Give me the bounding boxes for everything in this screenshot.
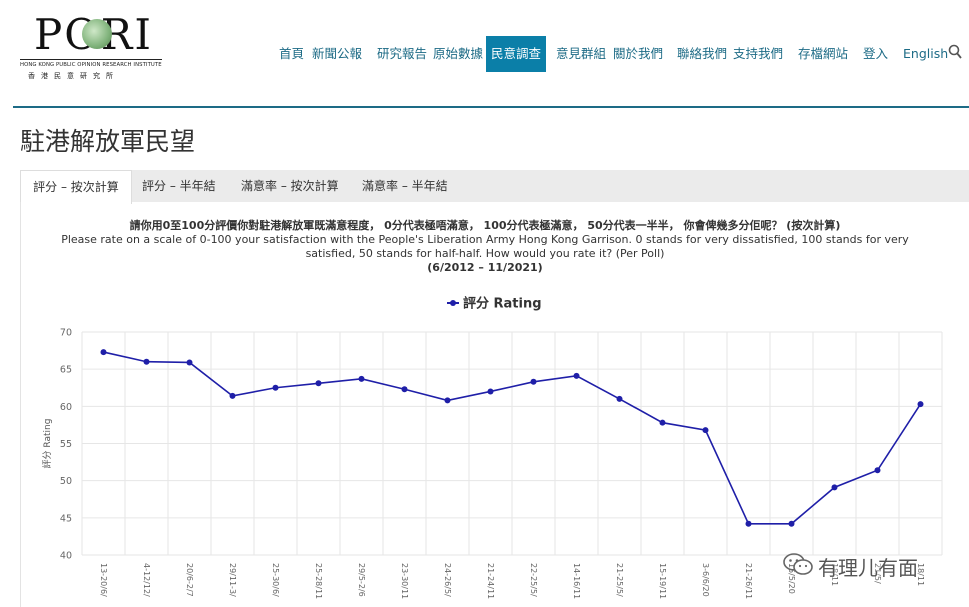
data-point (573, 372, 580, 379)
data-point (788, 520, 795, 527)
x-tick-label: 25-30/6/ (271, 563, 280, 597)
x-tick-label: 29/5-2/6 (357, 563, 366, 597)
data-point (659, 419, 666, 426)
data-point (143, 358, 150, 365)
x-tick-label: 23-30/11 (400, 563, 409, 599)
data-point (272, 384, 279, 391)
data-point (186, 359, 193, 366)
data-point (229, 392, 236, 399)
data-point (100, 349, 107, 356)
data-point (315, 380, 322, 387)
x-tick-label: 25-28/11 (314, 563, 323, 599)
x-tick-label: 14-16/11 (572, 563, 581, 599)
watermark-text: 有理儿有面 (818, 556, 918, 580)
y-tick-label: 70 (60, 328, 72, 339)
x-tick-label: 21-25/5/ (615, 563, 624, 597)
y-tick-label: 65 (60, 365, 72, 376)
y-tick-label: 60 (60, 402, 72, 413)
x-tick-label: 3-6/6/20 (701, 563, 710, 597)
data-point (487, 388, 494, 395)
wechat-icon (783, 553, 813, 575)
data-point (745, 520, 752, 527)
data-point (702, 427, 709, 434)
data-point (616, 395, 623, 402)
x-tick-label: 21-26/11 (744, 563, 753, 599)
x-tick-label: 15-19/11 (658, 563, 667, 599)
x-tick-label: 29/11-3/ (228, 563, 237, 597)
legend-marker-icon (450, 300, 456, 306)
x-tick-label: 22-25/5/ (529, 563, 538, 597)
legend-label: 評分 Rating (463, 296, 542, 312)
x-tick-label: 13-20/6/ (99, 563, 108, 597)
data-point (874, 467, 881, 474)
y-tick-label: 40 (60, 551, 72, 562)
x-tick-label: 24-26/5/ (443, 563, 452, 597)
data-point (401, 386, 408, 393)
rating-line-chart: 40 45 50 55 60 65 70 13-20/6/4-12/12/20/6-2/7 29… (41, 296, 943, 599)
data-point (831, 484, 838, 491)
y-tick-label: 45 (60, 513, 72, 524)
data-point (917, 401, 924, 408)
x-tick-label: 4-12/12/ (142, 563, 151, 597)
y-tick-label: 55 (60, 439, 72, 450)
x-tick-label: 21-24/11 (486, 563, 495, 599)
data-point (358, 375, 365, 382)
data-point (444, 397, 451, 404)
y-tick-label: 50 (60, 476, 72, 487)
data-point (530, 378, 537, 385)
x-tick-label: 20/6-2/7 (185, 563, 194, 597)
y-axis-label: 評分 Rating (41, 419, 53, 469)
